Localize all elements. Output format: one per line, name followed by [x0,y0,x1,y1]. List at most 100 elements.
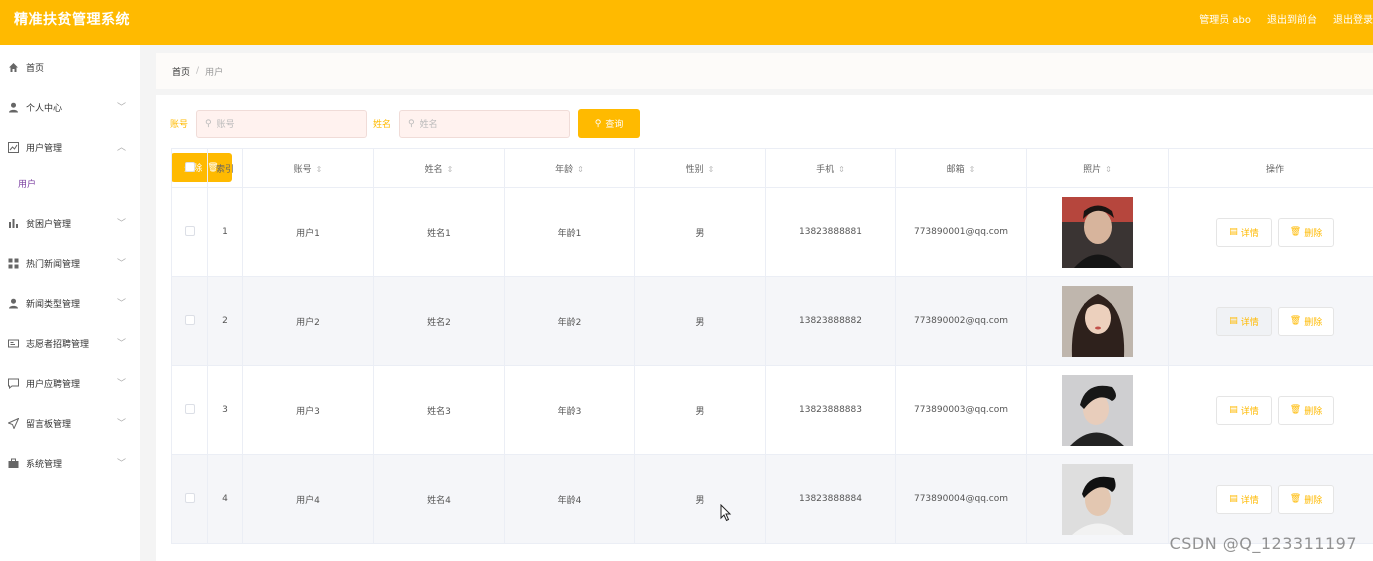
cell-gender: 男 [634,454,766,544]
sort-icon[interactable]: ⇕ [969,165,976,174]
user-photo[interactable] [1062,463,1133,535]
header-actions: 管理员 abo 退出到前台 退出登录 [1199,11,1373,26]
col-phone[interactable]: 手机 ⇕ [765,148,896,188]
admin-label: 管理员 abo [1199,15,1251,26]
delete-row-button[interactable]: 🗑 删除 [1278,395,1334,425]
home-icon [8,62,19,73]
query-button[interactable]: ⚲ 查询 [578,109,641,138]
cell-index: 1 [207,187,243,277]
grid-icon [8,258,19,269]
user-photo[interactable] [1062,285,1133,357]
col-email[interactable]: 邮箱 ⇕ [895,148,1027,188]
col-account[interactable]: 账号 ⇕ [242,148,374,188]
cell-photo [1026,365,1169,455]
detail-button[interactable]: ▤ 详情 [1216,306,1272,336]
sidebar-item-label: 志愿者招聘管理 [26,339,90,350]
sidebar-item-user-management[interactable]: 用户管理 ︿ [0,127,140,167]
delete-row-button[interactable]: 🗑 删除 [1278,217,1334,247]
sidebar-item-hot-news[interactable]: 热门新闻管理 ﹀ [0,243,140,283]
row-checkbox[interactable] [171,276,208,366]
breadcrumb-separator: / [196,66,200,76]
cell-gender: 男 [634,276,766,366]
cell-age: 年龄4 [504,454,635,544]
cell-gender: 男 [634,365,766,455]
user-icon [8,298,19,309]
sidebar: 首页 个人中心 ﹀ 用户管理 ︿ 用户 贫困户管理 ﹀ 热门新闻管理 ﹀ 新闻类… [0,45,140,561]
cell-actions: ▤ 详情 🗑 删除 [1168,276,1373,366]
cell-account: 用户2 [242,276,374,366]
cell-actions: ▤ 详情 🗑 删除 [1168,365,1373,455]
chevron-down-icon: ﹀ [116,339,126,349]
row-checkbox[interactable] [171,454,208,544]
cell-name: 姓名1 [373,187,505,277]
cell-phone: 13823888881 [765,187,896,277]
id-card-icon [8,338,19,349]
col-name[interactable]: 姓名 ⇕ [373,148,505,188]
bar-chart-icon [8,218,19,229]
sort-icon[interactable]: ⇕ [316,165,323,174]
table-row: 4 用户4 姓名4 年龄4 男 13823888884 773890004@qq… [171,454,1373,544]
cell-photo [1026,187,1169,277]
delete-row-button[interactable]: 🗑 删除 [1278,484,1334,514]
sidebar-item-news-type[interactable]: 新闻类型管理 ﹀ [0,283,140,323]
cell-email: 773890001@qq.com [895,187,1027,277]
name-search-input[interactable]: ⚲ 姓名 [399,109,571,138]
cell-actions: ▤ 详情 🗑 删除 [1168,187,1373,277]
sidebar-item-label: 用户应聘管理 [26,379,81,390]
account-placeholder: 账号 [216,120,235,130]
user-icon [8,102,19,113]
detail-button[interactable]: ▤ 详情 [1216,217,1272,247]
col-gender[interactable]: 性别 ⇕ [634,148,766,188]
sidebar-item-label: 个人中心 [26,103,63,114]
chevron-down-icon: ﹀ [116,419,126,429]
sort-icon[interactable]: ⇕ [838,165,845,174]
user-photo[interactable] [1062,374,1133,446]
sidebar-item-system[interactable]: 系统管理 ﹀ [0,443,140,483]
sidebar-subitem-users[interactable]: 用户 [0,167,140,203]
sidebar-item-volunteer-recruit[interactable]: 志愿者招聘管理 ﹀ [0,323,140,363]
sidebar-item-profile[interactable]: 个人中心 ﹀ [0,87,140,127]
chevron-down-icon: ﹀ [116,459,126,469]
breadcrumb: 首页 / 用户 [156,53,1373,89]
table-row: 3 用户3 姓名3 年龄3 男 13823888883 773890003@qq… [171,365,1373,455]
document-icon: ▤ [1229,405,1238,415]
document-icon: ▤ [1229,316,1238,326]
cell-email: 773890003@qq.com [895,365,1027,455]
users-table: 索引 账号 ⇕ 姓名 ⇕ 年龄 ⇕ 性别 ⇕ 手机 ⇕ 邮箱 ⇕ 照片 ⇕ 操作 1 用户1 … [171,148,1373,544]
delete-row-button[interactable]: 🗑 删除 [1278,306,1334,336]
col-age[interactable]: 年龄 ⇕ [504,148,635,188]
detail-button[interactable]: ▤ 详情 [1216,484,1272,514]
send-icon [8,417,19,429]
document-icon: ▤ [1229,494,1238,504]
sort-icon[interactable]: ⇕ [1105,165,1112,174]
col-photo[interactable]: 照片 ⇕ [1026,148,1169,188]
trash-icon: 🗑 [1289,316,1302,326]
breadcrumb-home[interactable]: 首页 [172,65,190,78]
cell-phone: 13823888883 [765,365,896,455]
cell-account: 用户1 [242,187,374,277]
row-checkbox[interactable] [171,187,208,277]
cell-index: 3 [207,365,243,455]
detail-button[interactable]: ▤ 详情 [1216,395,1272,425]
sidebar-item-poor-households[interactable]: 贫困户管理 ﹀ [0,203,140,243]
document-icon: ▤ [1229,227,1238,237]
sort-icon[interactable]: ⇕ [447,165,454,174]
sort-icon[interactable]: ⇕ [577,165,584,174]
sort-icon[interactable]: ⇕ [708,165,715,174]
sidebar-item-user-application[interactable]: 用户应聘管理 ﹀ [0,363,140,403]
main-content: 首页 / 用户 账号 ⚲ 账号 姓名 ⚲ 姓名 ⚲ 查询 删除 🗑 [156,45,1373,561]
cell-index: 2 [207,276,243,366]
logout-link[interactable]: 退出登录 [1333,11,1373,26]
sidebar-item-home[interactable]: 首页 [0,47,140,87]
row-checkbox[interactable] [171,365,208,455]
account-search-input[interactable]: ⚲ 账号 [196,109,368,138]
select-all-checkbox[interactable] [171,148,208,188]
chevron-down-icon: ﹀ [116,103,126,113]
cell-phone: 13823888884 [765,454,896,544]
trash-icon: 🗑 [1289,494,1302,504]
exit-to-front-link[interactable]: 退出到前台 [1267,11,1317,26]
cell-email: 773890002@qq.com [895,276,1027,366]
user-photo[interactable] [1062,196,1133,268]
sidebar-item-message-board[interactable]: 留言板管理 ﹀ [0,403,140,443]
cell-gender: 男 [634,187,766,277]
